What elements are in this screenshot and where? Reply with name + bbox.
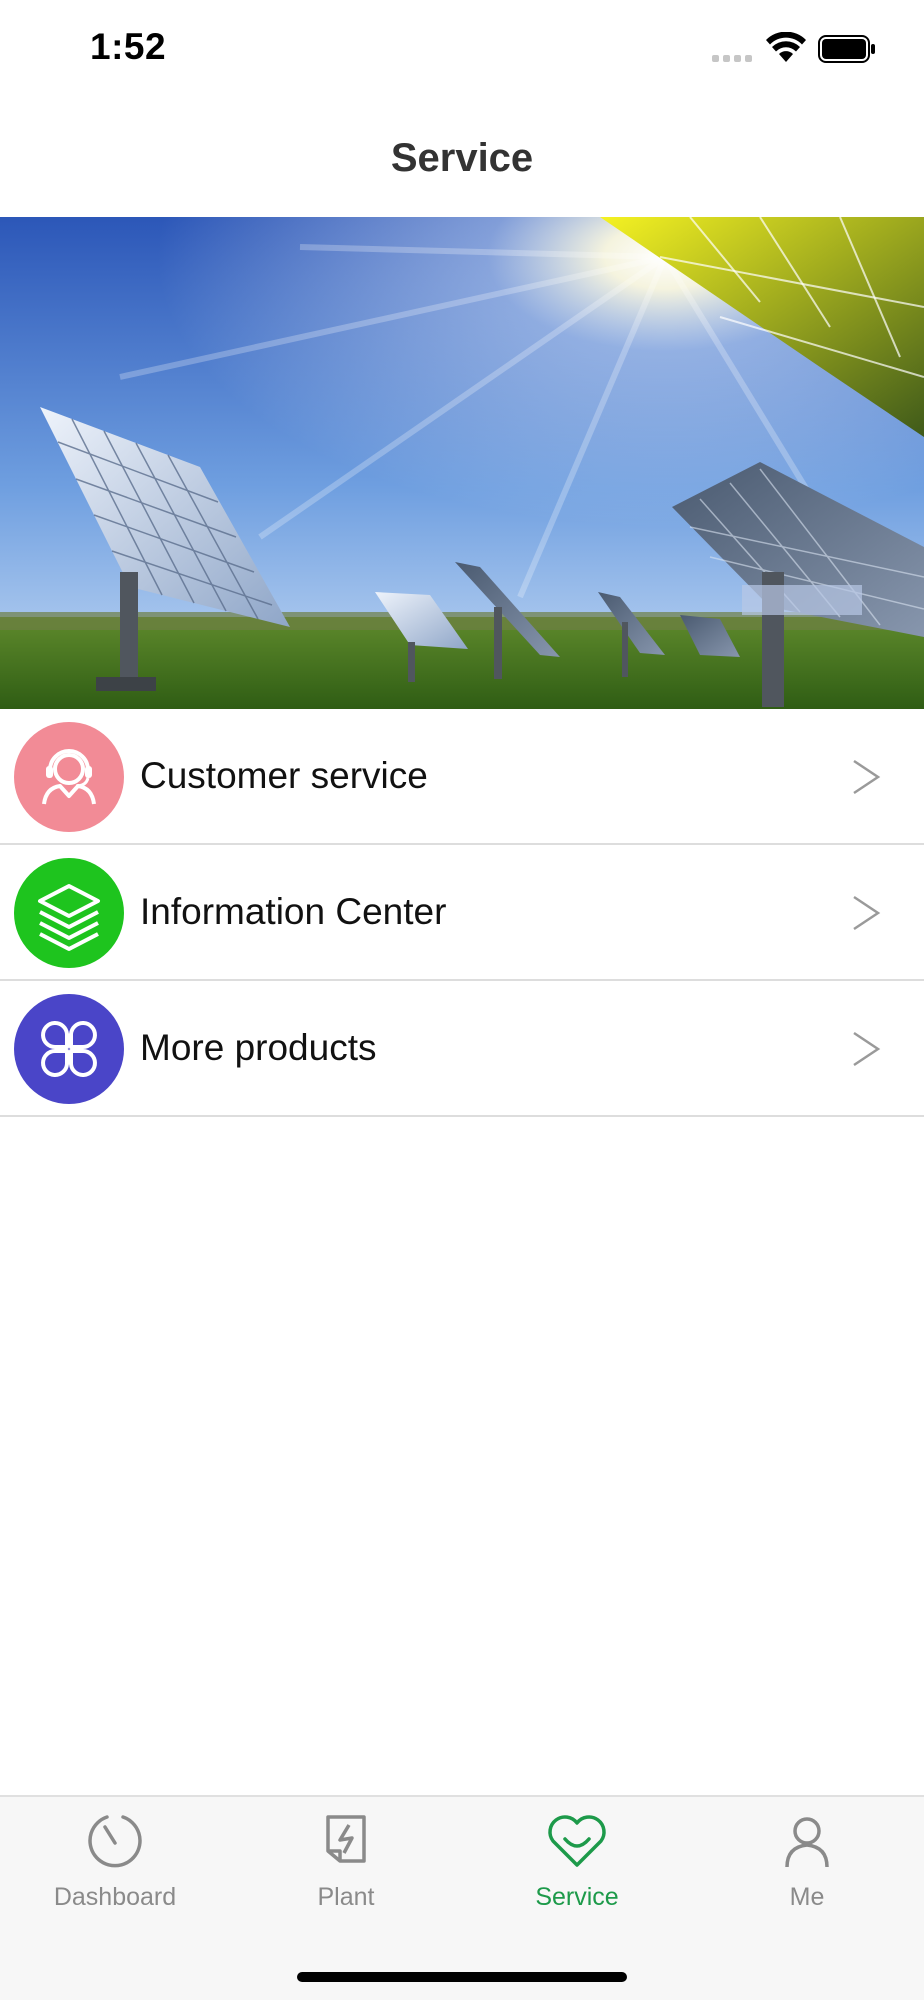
tab-me[interactable]: Me [727,1811,887,1921]
tab-label: Dashboard [53,1883,177,1911]
chevron-right-icon [853,759,881,795]
tab-plant[interactable]: Plant [266,1811,426,1921]
person-icon [785,1817,829,1868]
menu-item-customer-service[interactable]: Customer service [0,709,924,845]
status-bar: 1:52 [0,0,924,100]
home-indicator[interactable] [297,1972,627,1982]
cellular-signal-icon [712,52,756,62]
tab-service[interactable]: Service [497,1811,657,1921]
customer-service-icon [14,722,124,832]
menu-item-more-products[interactable]: More products [0,981,924,1117]
chevron-right-icon [853,1031,881,1067]
tab-dashboard[interactable]: Dashboard [35,1811,195,1921]
menu-item-label: Customer service [140,755,428,796]
battery-icon [818,35,875,63]
service-menu-list: Customer service Information Center More… [0,709,924,1117]
menu-item-information-center[interactable]: Information Center [0,845,924,981]
four-leaf-grid-icon [14,994,124,1104]
wifi-icon [766,32,806,62]
status-time: 1:52 [90,26,167,67]
gauge-icon [88,1815,142,1868]
banner-image [0,217,924,709]
menu-item-label: Information Center [140,891,447,932]
tab-label: Service [535,1883,619,1911]
banner-carousel[interactable] [0,217,924,709]
plant-bolt-icon [326,1815,366,1863]
menu-item-label: More products [140,1027,377,1068]
heart-smile-icon [548,1815,606,1867]
layers-icon [14,858,124,968]
chevron-right-icon [853,895,881,931]
page-title: Service [390,136,534,180]
tab-label: Plant [317,1883,375,1911]
tab-label: Me [789,1883,825,1911]
tab-bar: Dashboard Plant Service Me [0,1795,924,2000]
